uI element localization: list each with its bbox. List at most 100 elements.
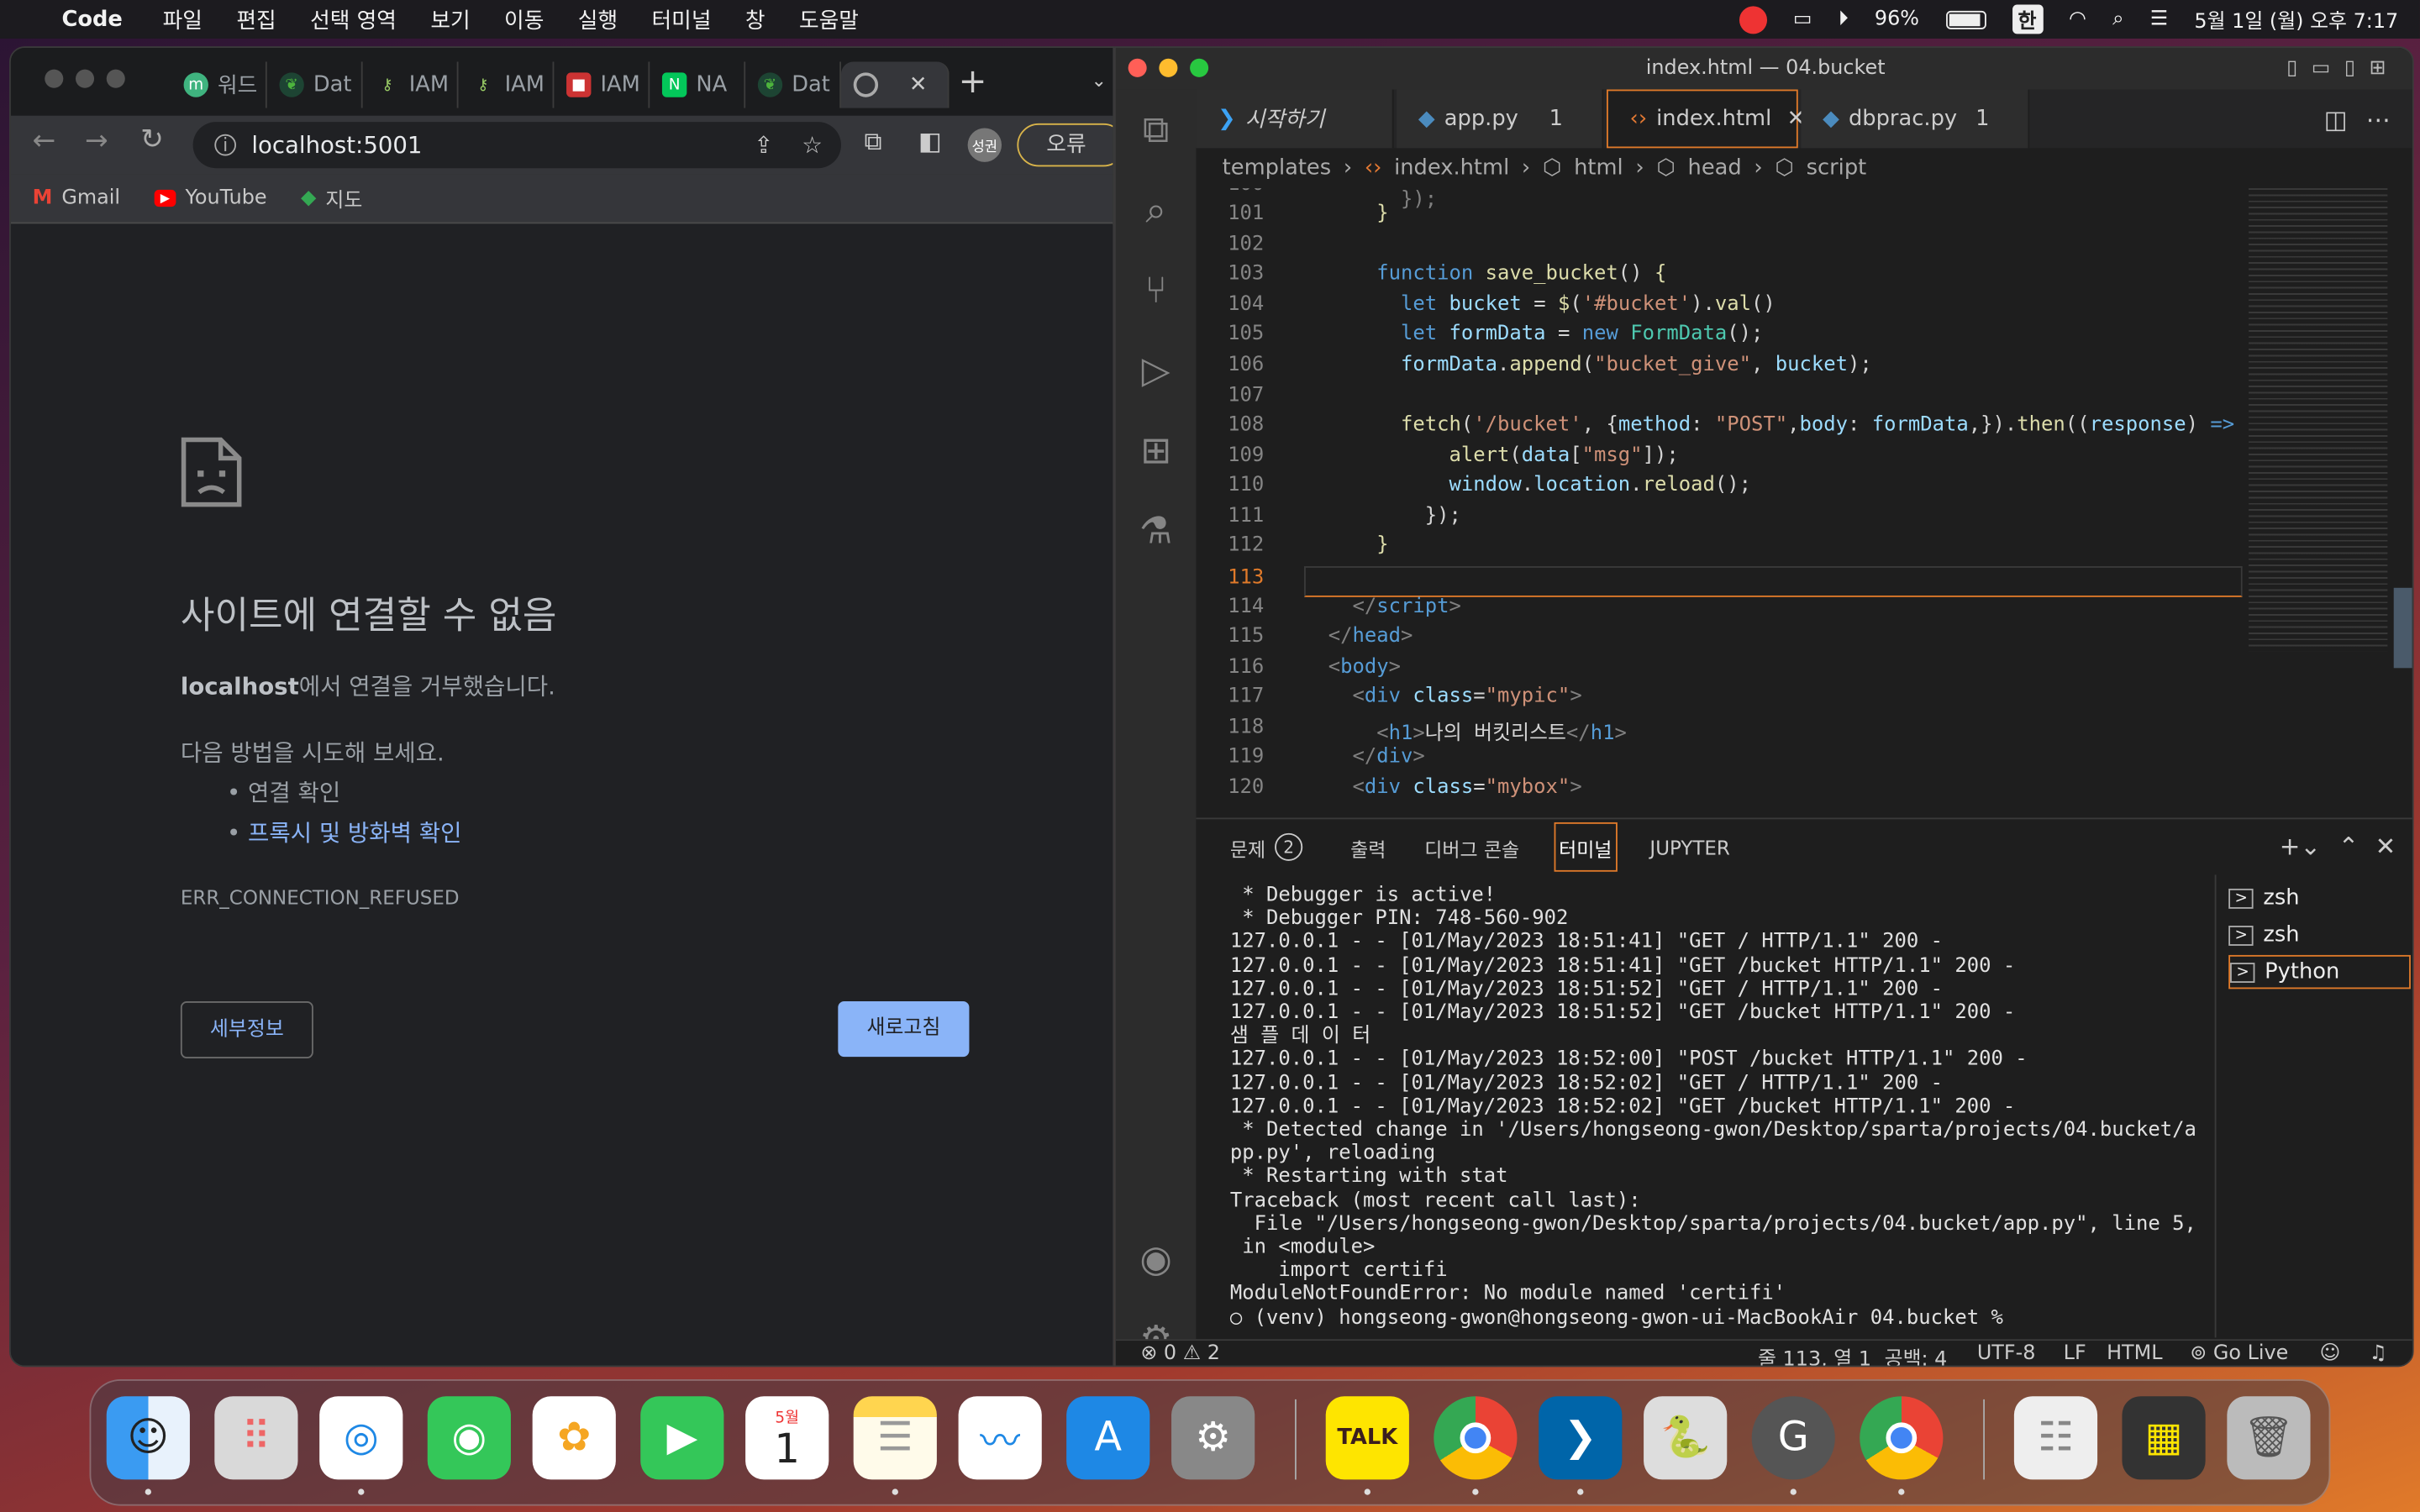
minimap[interactable] [2249, 188, 2388, 652]
forward-icon[interactable]: → [85, 125, 108, 158]
reload-button[interactable]: 새로고침 [838, 1001, 970, 1058]
error-chip[interactable]: 오류 [1017, 123, 1113, 167]
tab-search-icon[interactable]: ⌄ [1092, 70, 1107, 92]
tab-1[interactable]: m 워드 [171, 61, 267, 108]
breadcrumb-item[interactable]: templates [1223, 156, 1331, 181]
split-editor-icon[interactable]: ◫ [2324, 105, 2348, 134]
details-button[interactable]: 세부정보 [180, 1001, 313, 1058]
side-panel-icon[interactable]: ◧ [918, 127, 942, 156]
tab-terminal[interactable]: 터미널 [1554, 822, 1617, 872]
terminal-item-zsh[interactable]: > zsh [2228, 881, 2411, 915]
tab-active[interactable]: ✕ [841, 61, 950, 108]
testing-icon[interactable]: ⚗ [1116, 491, 1197, 571]
close-button[interactable] [45, 69, 64, 88]
app-icon[interactable]: G [1751, 1396, 1835, 1480]
minimize-button[interactable] [75, 69, 95, 88]
tab-index-html[interactable]: ‹› index.html ✕ [1607, 89, 1805, 149]
run-debug-icon[interactable]: ▷ [1116, 330, 1197, 411]
tab-output[interactable]: 출력 [1350, 819, 1386, 874]
tab-close-icon[interactable]: ✕ [909, 72, 928, 97]
menu-run[interactable]: 실행 [578, 4, 618, 35]
tab-5[interactable]: ■ IAM [554, 61, 650, 108]
clock[interactable]: 5월 1일 (월) 오후 7:17 [2194, 5, 2398, 34]
terminal-item-python[interactable]: > Python [2228, 954, 2411, 990]
breadcrumb-item[interactable]: script [1807, 156, 1867, 181]
freeform-icon[interactable]: 〰 [958, 1396, 1042, 1480]
bookmark-maps[interactable]: ◆ 지도 [301, 184, 362, 213]
tab-3[interactable]: ⚷ IAM [363, 61, 459, 108]
tab-6[interactable]: N NA [650, 61, 746, 108]
bookmark-star-icon[interactable]: ☆ [802, 131, 823, 159]
reload-icon[interactable]: ↻ [140, 123, 164, 156]
bookmark-youtube[interactable]: ▶ YouTube [154, 186, 267, 210]
feedback-icon[interactable]: ☺ [2320, 1342, 2341, 1366]
share-icon[interactable]: ⇪ [754, 131, 773, 159]
document-stack-icon[interactable]: ☷ [2013, 1396, 2098, 1480]
proxy-firewall-link[interactable]: 프록시 및 방화벽 확인 [248, 819, 461, 847]
avatar[interactable]: 성권 [967, 128, 1002, 162]
facetime-icon[interactable]: ▶ [640, 1396, 724, 1480]
launchpad-icon[interactable]: ⠿ [214, 1396, 298, 1480]
scrollbar[interactable] [2393, 587, 2412, 669]
breadcrumb-item[interactable]: html [1574, 156, 1623, 181]
language-mode[interactable]: HTML [2107, 1342, 2162, 1366]
search-icon[interactable]: ⌕ [1116, 170, 1197, 250]
address-bar[interactable]: i localhost:5001 ⇪ ☆ [192, 122, 842, 169]
go-live-button[interactable]: ⊚ Go Live [2190, 1342, 2288, 1366]
encoding[interactable]: UTF-8 [1977, 1342, 2036, 1366]
menu-selection[interactable]: 선택 영역 [310, 4, 397, 35]
calendar-icon[interactable]: 5월 1 [745, 1396, 829, 1480]
chrome-beta-icon[interactable] [1860, 1396, 1944, 1480]
tab-dbprac-py[interactable]: ◆ dbprac.py 1 [1801, 89, 2030, 149]
trash-icon[interactable]: 🗑 [2227, 1396, 2311, 1480]
menu-window[interactable]: 창 [745, 4, 765, 35]
extensions-icon[interactable]: ⧉ [865, 127, 882, 158]
vscode-icon[interactable]: ❯ [1539, 1396, 1623, 1480]
menu-edit[interactable]: 편집 [236, 4, 276, 35]
notes-icon[interactable]: ☰ [853, 1396, 937, 1480]
tab-welcome[interactable]: ❯ 시작하기 [1196, 89, 1394, 149]
close-panel-icon[interactable]: ✕ [2375, 832, 2396, 861]
info-icon[interactable]: i [214, 134, 237, 156]
screenshot-stack-icon[interactable]: ▦ [2122, 1396, 2206, 1480]
photos-icon[interactable]: ✿ [532, 1396, 616, 1480]
menu-go[interactable]: 이동 [504, 4, 544, 35]
notification-icon[interactable] [1739, 5, 1767, 34]
display-icon[interactable]: ▭ [1793, 8, 1812, 31]
menu-view[interactable]: 보기 [430, 4, 470, 35]
minimize-button[interactable] [1159, 58, 1178, 77]
more-actions-icon[interactable]: ⋯ [2366, 105, 2391, 134]
indentation[interactable]: 공백: 4 [1885, 1342, 1948, 1365]
end-of-line[interactable]: LF [2064, 1342, 2086, 1366]
maximize-panel-icon[interactable]: ⌃ [2338, 832, 2360, 861]
app-store-icon[interactable]: A [1066, 1396, 1150, 1480]
kakaotalk-icon[interactable]: TALK [1325, 1396, 1409, 1480]
battery-icon[interactable] [1945, 9, 1986, 29]
breadcrumb-item[interactable]: index.html [1394, 156, 1509, 181]
system-settings-icon[interactable]: ⚙ [1171, 1396, 1255, 1480]
input-source[interactable]: 한 [2012, 4, 2043, 34]
layout-icons[interactable]: ▯▭▯⊞ [2286, 48, 2400, 90]
terminal-item-zsh[interactable]: > zsh [2228, 918, 2411, 952]
account-icon[interactable]: ◉ [1116, 1219, 1197, 1299]
new-tab-button[interactable]: + [959, 63, 987, 102]
wifi-icon[interactable]: ◠ [2069, 8, 2086, 31]
bookmark-gmail[interactable]: M Gmail [33, 186, 120, 210]
tab-jupyter[interactable]: JUPYTER [1649, 819, 1729, 874]
play-icon[interactable]: ⏵ [1839, 8, 1849, 31]
problems-status[interactable]: ⊗ 0 ⚠ 2 [1140, 1342, 1220, 1366]
new-terminal-icon[interactable]: +⌄ [2280, 832, 2321, 861]
menu-terminal[interactable]: 터미널 [652, 4, 712, 35]
bell-icon[interactable]: ♫ [2369, 1342, 2386, 1366]
tab-2[interactable]: ❦ Dat [267, 61, 363, 108]
app-menu[interactable]: Code [61, 7, 122, 31]
tab-7[interactable]: ❦ Dat [745, 61, 842, 108]
code-editor[interactable]: 100 101 102 103 104 105 106 107 108 109 110 111 112 1… [1196, 188, 2243, 817]
safari-icon[interactable]: ◎ [319, 1396, 403, 1480]
suggestion-2[interactable]: • 프록시 및 방화벽 확인 [227, 816, 461, 849]
back-icon[interactable]: ← [33, 125, 56, 158]
python-launcher-icon[interactable]: 🐍 [1644, 1396, 1728, 1480]
menu-file[interactable]: 파일 [163, 4, 203, 35]
control-center-icon[interactable]: ☰ [2150, 8, 2168, 31]
breadcrumb-item[interactable]: head [1688, 156, 1742, 181]
